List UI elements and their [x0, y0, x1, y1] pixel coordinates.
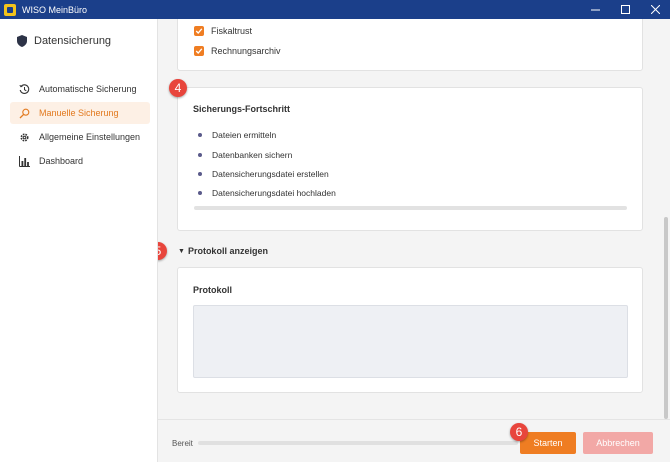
sidebar-item-manuelle-sicherung[interactable]: Manuelle Sicherung — [10, 102, 150, 124]
checkbox-label: Rechnungsarchiv — [211, 46, 281, 56]
checkmark-icon — [195, 48, 203, 54]
cancel-button[interactable]: Abbrechen — [583, 432, 653, 454]
gear-icon — [19, 132, 30, 143]
sidebar-item-allgemeine-einstellungen[interactable]: Allgemeine Einstellungen — [10, 126, 150, 148]
backup-progress-bar — [194, 206, 627, 210]
sidebar-item-label: Dashboard — [39, 156, 84, 166]
checkbox-fiskaltrust[interactable] — [194, 26, 204, 36]
progress-card: Sicherungs-Fortschritt Dateien ermitteln… — [177, 87, 643, 231]
step-bullet — [198, 191, 202, 195]
title-bar: WISO MeinBüro — [0, 0, 670, 19]
step-bullet — [198, 172, 202, 176]
checkbox-label: Fiskaltrust — [211, 26, 253, 36]
start-button[interactable]: Starten — [520, 432, 576, 454]
footer-bar: Bereit Starten Abbrechen 6 — [158, 419, 670, 462]
main-content: Fiskaltrust Rechnungsarchiv Sicherungs-F… — [158, 19, 670, 462]
close-icon — [650, 5, 660, 14]
progress-title: Sicherungs-Fortschritt — [193, 104, 291, 114]
log-card: Protokoll — [177, 267, 643, 393]
progress-step: Datensicherungsdatei hochladen — [198, 188, 336, 198]
step-label: Dateien ermitteln — [212, 130, 277, 140]
sidebar-item-label: Manuelle Sicherung — [39, 108, 119, 118]
log-title: Protokoll — [193, 285, 233, 295]
checkmark-icon — [195, 28, 203, 34]
progress-step: Dateien ermitteln — [198, 130, 276, 140]
sidebar-item-automatische-sicherung[interactable]: Automatische Sicherung — [10, 78, 150, 100]
sidebar-header-label: Datensicherung — [34, 35, 112, 47]
progress-step: Datensicherungsdatei erstellen — [198, 169, 329, 179]
sidebar-item-label: Automatische Sicherung — [39, 84, 137, 94]
caret-down-icon: ▼ — [178, 247, 185, 255]
content-scrollbar[interactable] — [664, 217, 668, 419]
marker-6: 6 — [510, 423, 528, 441]
step-bullet — [198, 133, 202, 137]
step-bullet — [198, 153, 202, 157]
maximize-button[interactable] — [610, 0, 640, 19]
selection-card: Fiskaltrust Rechnungsarchiv — [177, 19, 643, 71]
status-text: Bereit — [172, 439, 193, 448]
log-textarea[interactable] — [193, 305, 628, 378]
marker-4: 4 — [169, 79, 187, 97]
hand-icon — [19, 108, 30, 119]
bar-chart-icon — [19, 155, 30, 167]
log-toggle[interactable]: ▼ Protokoll anzeigen — [178, 246, 268, 256]
close-button[interactable] — [640, 0, 670, 19]
minimize-icon — [590, 9, 600, 11]
step-label: Datenbanken sichern — [212, 150, 293, 160]
sidebar-item-label: Allgemeine Einstellungen — [39, 132, 141, 142]
sidebar-header: Datensicherung — [17, 35, 111, 47]
status-progress-bar — [198, 441, 518, 445]
sidebar: Datensicherung Automatische Sicherung Ma… — [0, 19, 158, 462]
step-label: Datensicherungsdatei hochladen — [212, 188, 336, 198]
shield-icon — [17, 35, 27, 47]
marker-5: 5 — [158, 242, 167, 260]
step-label: Datensicherungsdatei erstellen — [212, 169, 329, 179]
log-toggle-label: Protokoll anzeigen — [187, 246, 268, 256]
checkbox-rechnungsarchiv[interactable] — [194, 46, 204, 56]
maximize-icon — [620, 5, 630, 14]
sidebar-item-dashboard[interactable]: Dashboard — [10, 150, 150, 172]
minimize-button[interactable] — [580, 0, 610, 19]
progress-step: Datenbanken sichern — [198, 150, 292, 160]
clock-history-icon — [19, 83, 30, 95]
app-logo-icon — [4, 3, 16, 16]
window-title: WISO MeinBüro — [22, 4, 88, 15]
